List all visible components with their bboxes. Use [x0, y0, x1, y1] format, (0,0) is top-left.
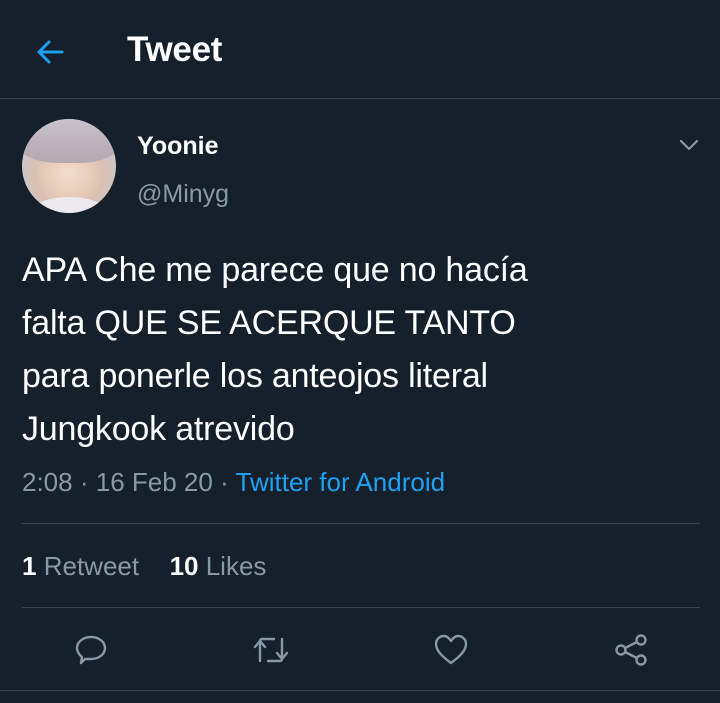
like-button[interactable] — [426, 625, 476, 675]
reply-button[interactable] — [66, 625, 116, 675]
divider — [22, 523, 700, 524]
likes-count: 10 — [169, 551, 199, 581]
author-handle[interactable]: @Minyg — [137, 180, 229, 209]
tweet-text-line: para ponerle los anteojos literal — [22, 357, 488, 395]
likes-label: Likes — [205, 551, 267, 581]
avatar[interactable] — [22, 119, 116, 213]
tweet-time: 2:08 — [22, 467, 73, 497]
separator-dot: · — [79, 467, 89, 497]
tweet-date: 16 Feb 20 — [95, 467, 213, 497]
retweets-label: Retweet — [43, 551, 140, 581]
retweets-count: 1 — [22, 551, 37, 581]
author-name[interactable]: Yoonie — [137, 132, 218, 161]
tweet-actions-bar — [0, 625, 720, 675]
share-button[interactable] — [606, 625, 656, 675]
likes-stat[interactable]: 10 Likes — [170, 551, 267, 581]
divider — [22, 607, 700, 608]
tweet-text-line: APA Che me parece que no hacía — [22, 251, 528, 289]
divider — [0, 690, 720, 691]
retweet-icon — [253, 637, 289, 663]
arrow-left-icon — [37, 40, 64, 64]
app-header: Tweet — [0, 0, 720, 99]
like-icon — [434, 634, 468, 665]
tweet-source-link[interactable]: Twitter for Android — [236, 467, 446, 497]
page-title: Tweet — [127, 30, 223, 69]
retweet-button[interactable] — [246, 625, 296, 675]
back-button[interactable] — [30, 32, 70, 72]
share-icon — [615, 634, 647, 666]
tweet-metadata: 2:08 · 16 Feb 20 · Twitter for Android — [22, 467, 445, 498]
chevron-down-icon — [679, 139, 699, 151]
retweets-stat[interactable]: 1 Retweet — [22, 551, 139, 581]
reply-icon — [75, 635, 107, 665]
tweet-text: APA Che me parece que no hacía falta QUE… — [22, 244, 702, 456]
tweet-text-line: Jungkook atrevido — [22, 410, 295, 448]
separator-dot: · — [220, 467, 229, 497]
more-options-button[interactable] — [676, 132, 702, 158]
tweet-stats: 1 Retweet 10 Likes — [22, 551, 266, 582]
tweet-text-line: falta QUE SE ACERQUE TANTO — [22, 304, 516, 342]
